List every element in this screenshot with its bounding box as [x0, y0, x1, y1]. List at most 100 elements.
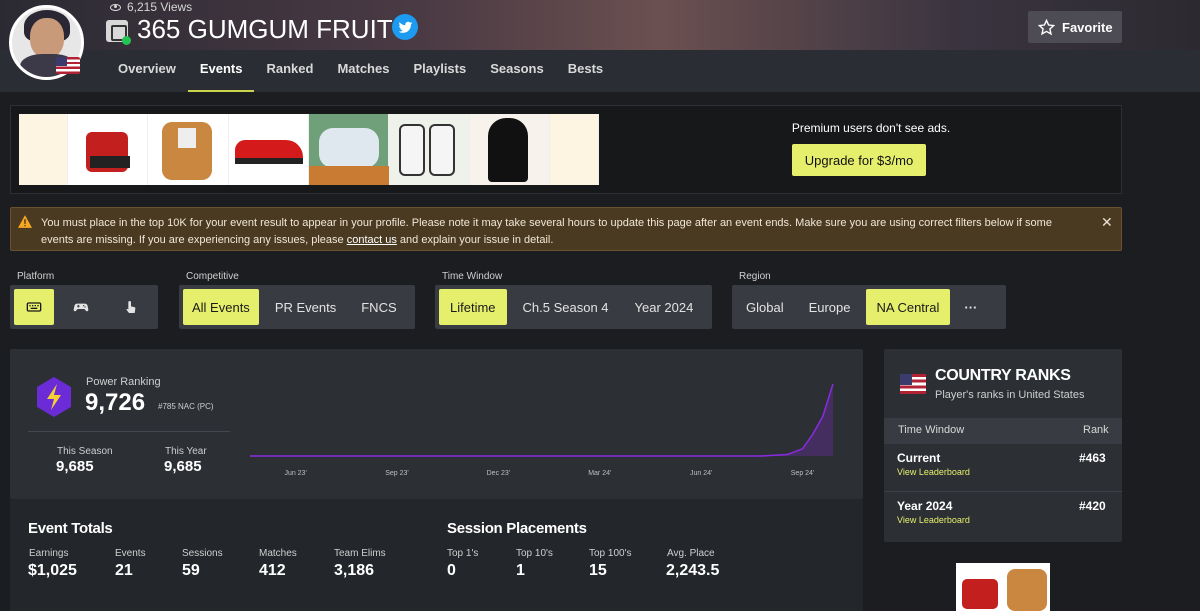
lightning-icon [37, 377, 71, 417]
filter-year-2024[interactable]: Year 2024 [625, 289, 704, 325]
table-row: Year 2024 View Leaderboard #420 [884, 492, 1122, 539]
divider [28, 431, 230, 432]
sessions-value: 59 [182, 562, 200, 579]
ad-banner: Premium users don't see ads. Upgrade for… [10, 105, 1122, 194]
view-leaderboard-link[interactable]: View Leaderboard [897, 515, 970, 525]
favorite-button[interactable]: Favorite [1028, 11, 1122, 43]
time-window-column: Time Window [898, 424, 965, 436]
tab-seasons[interactable]: Seasons [478, 50, 555, 92]
us-flag-icon [56, 57, 80, 74]
earnings-label: Earnings [29, 548, 69, 559]
matches-value: 412 [259, 562, 286, 579]
x-tick-label: Jun 23' [284, 470, 306, 477]
top100-label: Top 100's [589, 548, 632, 559]
country-ranks-title: COUNTRY RANKS [935, 367, 1071, 384]
close-icon[interactable]: ✕ [1101, 214, 1113, 231]
this-year-value: 9,685 [164, 458, 202, 475]
event-totals-title: Event Totals [28, 520, 113, 537]
filter-global[interactable]: Global [736, 289, 794, 325]
tab-events[interactable]: Events [187, 50, 255, 92]
star-icon [1038, 18, 1055, 35]
warning-banner: You must place in the top 10K for your e… [10, 207, 1122, 251]
tab-playlists[interactable]: Playlists [401, 50, 478, 92]
filter-na-central[interactable]: NA Central [865, 289, 951, 325]
row-name: Year 2024 [897, 499, 953, 513]
tab-bests[interactable]: Bests [556, 50, 615, 92]
power-ranking-chart: Jun 23' Sep 23' Dec 23' Mar 24' Jun 24' Sep 2… [250, 383, 834, 477]
favorite-label: Favorite [1062, 19, 1113, 35]
player-name: 365 GUMGUM FRUIT [137, 14, 393, 44]
tab-matches[interactable]: Matches [325, 50, 401, 92]
touch-icon[interactable] [108, 289, 154, 325]
top1-label: Top 1's [447, 548, 479, 559]
time-window-filter: Lifetime Ch.5 Season 4 Year 2024 [435, 285, 712, 329]
this-year-label: This Year [165, 446, 207, 457]
contact-us-link[interactable]: contact us [347, 234, 397, 246]
events-label: Events [115, 548, 146, 559]
warning-text: You must place in the top 10K for your e… [41, 217, 1052, 246]
matches-label: Matches [259, 548, 297, 559]
x-tick-label: Sep 23' [385, 470, 409, 477]
chart-area [250, 384, 833, 456]
tab-ranked[interactable]: Ranked [254, 50, 325, 92]
ad-image[interactable] [19, 114, 599, 185]
x-tick-label: Jun 24' [690, 470, 712, 477]
earnings-value: $1,025 [28, 562, 77, 579]
filter-europe[interactable]: Europe [798, 289, 862, 325]
profile-tabs: Overview Events Ranked Matches Playlists… [106, 50, 615, 92]
premium-note: Premium users don't see ads. [791, 121, 951, 135]
country-ranks-subtitle: Player's ranks in United States [935, 389, 1085, 401]
controller-icon[interactable] [58, 289, 104, 325]
upgrade-button[interactable]: Upgrade for $3/mo [792, 144, 926, 176]
keyboard-mouse-icon[interactable] [14, 289, 54, 325]
row-name: Current [897, 451, 941, 465]
avg-place-value: 2,243.5 [666, 562, 720, 579]
platform-filter-label: Platform [17, 271, 55, 282]
verified-icon [122, 36, 131, 45]
filter-pr-events[interactable]: PR Events [263, 289, 348, 325]
top10-value: 1 [516, 562, 525, 579]
chart-line [250, 383, 834, 457]
platform-filter [10, 285, 158, 329]
competitive-filter-label: Competitive [186, 271, 239, 282]
filter-all-events[interactable]: All Events [183, 289, 259, 325]
warning-icon [18, 215, 32, 228]
more-regions-button[interactable]: ··· [954, 289, 987, 325]
view-count: 6,215 Views [110, 0, 192, 14]
row-rank: #420 [1079, 499, 1106, 513]
power-ranking-label: Power Ranking [86, 376, 161, 388]
ad-image-small[interactable] [956, 563, 1050, 611]
filter-ch5-season4[interactable]: Ch.5 Season 4 [511, 289, 621, 325]
top100-value: 15 [589, 562, 607, 579]
power-ranking-value: 9,726 [85, 389, 146, 416]
tab-overview[interactable]: Overview [106, 50, 188, 92]
x-tick-label: Dec 23' [487, 470, 511, 477]
x-tick-label: Mar 24' [588, 470, 611, 477]
rank-column: Rank [1083, 424, 1109, 436]
this-season-value: 9,685 [56, 458, 94, 475]
events-value: 21 [115, 562, 133, 579]
competitive-filter: All Events PR Events FNCS [179, 285, 415, 329]
view-leaderboard-link[interactable]: View Leaderboard [897, 467, 970, 477]
power-ranking-rank: #785 NAC (PC) [158, 402, 214, 411]
filter-lifetime[interactable]: Lifetime [439, 289, 507, 325]
time-window-filter-label: Time Window [442, 271, 503, 282]
team-elims-label: Team Elims [334, 548, 386, 559]
top10-label: Top 10's [516, 548, 553, 559]
eye-icon [110, 3, 121, 11]
region-filter: Global Europe NA Central ··· [732, 285, 1006, 329]
table-row: Current View Leaderboard #463 [884, 444, 1122, 491]
avg-place-label: Avg. Place [667, 548, 715, 559]
session-placements-title: Session Placements [447, 520, 587, 537]
twitter-icon[interactable] [392, 14, 418, 40]
row-rank: #463 [1079, 451, 1106, 465]
region-filter-label: Region [739, 271, 771, 282]
this-season-label: This Season [57, 446, 113, 457]
view-count-label: 6,215 Views [127, 0, 193, 14]
us-flag-icon [900, 374, 926, 394]
sessions-label: Sessions [182, 548, 223, 559]
team-elims-value: 3,186 [334, 562, 375, 579]
filter-fncs[interactable]: FNCS [352, 289, 405, 325]
epic-games-icon [106, 20, 131, 45]
x-tick-label: Sep 24' [791, 470, 815, 477]
